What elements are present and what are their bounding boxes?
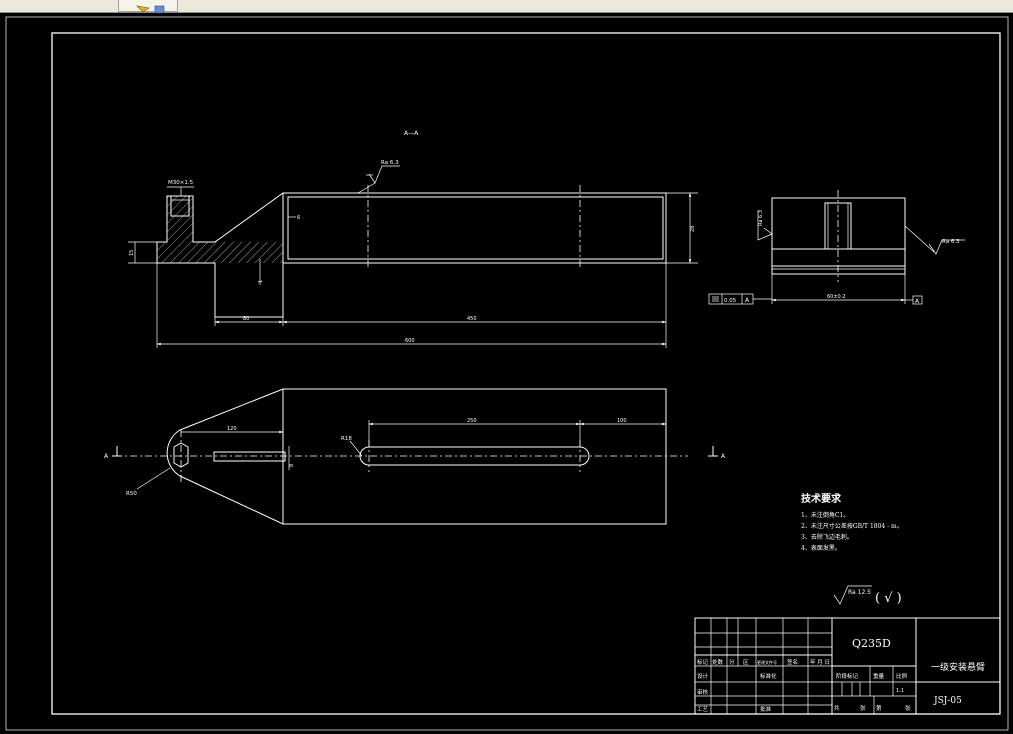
svg-text:( √ ): ( √ )	[875, 591, 902, 606]
tech-req-title: 技术要求	[801, 492, 842, 505]
section-marker-left: A	[104, 446, 122, 460]
svg-text:A: A	[104, 453, 109, 460]
svg-text:120: 120	[227, 426, 237, 432]
svg-text:28: 28	[690, 226, 696, 232]
svg-text:8: 8	[289, 464, 295, 467]
svg-text:250: 250	[467, 418, 477, 424]
svg-text:比例: 比例	[896, 672, 908, 680]
roughness-symbol-right: Ra 6.3	[904, 225, 965, 255]
svg-text:分: 分	[729, 658, 735, 666]
svg-text:批准: 批准	[760, 705, 772, 713]
svg-text:阶段标记: 阶段标记	[836, 672, 859, 680]
thread-label: M30×1.5	[168, 180, 194, 186]
svg-text:签名: 签名	[787, 658, 798, 666]
end-view: Ra 6.3 Ra 6.3 60±0.2 A 0.05 A	[708, 190, 965, 305]
svg-text:共: 共	[834, 704, 840, 712]
section-marker-right: A	[708, 446, 726, 460]
general-roughness-symbol: Ra 12.5 ( √ )	[833, 585, 902, 606]
svg-text:审核: 审核	[697, 688, 709, 696]
roughness-symbol-top: Ra 6.3	[357, 160, 400, 194]
section-label: A—A	[404, 130, 419, 137]
tech-req-item: 2、未注尺寸公差按GB/T 1804 - m。	[801, 522, 903, 530]
tech-req-item: 1、未注倒角C1。	[801, 511, 849, 519]
svg-text:重量: 重量	[873, 672, 885, 680]
svg-text:张: 张	[860, 704, 866, 712]
svg-text:15: 15	[129, 250, 135, 256]
svg-text:1: 1	[258, 280, 264, 283]
svg-text:A: A	[745, 297, 750, 304]
tech-req-item: 4、表面发黑。	[801, 544, 841, 552]
svg-text:R18: R18	[341, 436, 352, 442]
toolbar-button-group[interactable]	[118, 0, 178, 14]
svg-text:60±0.2: 60±0.2	[827, 294, 846, 300]
svg-text:A: A	[721, 453, 726, 460]
svg-text:450: 450	[467, 316, 477, 322]
svg-text:第: 第	[876, 704, 882, 712]
svg-text:0.05: 0.05	[724, 298, 737, 304]
svg-text:标准化: 标准化	[760, 672, 777, 680]
svg-text:标记: 标记	[697, 658, 709, 666]
svg-text:张: 张	[905, 704, 911, 712]
svg-text:Ra 6.3: Ra 6.3	[942, 239, 960, 245]
svg-text:600: 600	[405, 338, 415, 344]
title-block: Q235D 一级安装悬臂 JSJ-05 标记 设计 审核 工艺 处数 分 区 更…	[694, 617, 1001, 715]
svg-text:工艺: 工艺	[697, 706, 709, 713]
technical-requirements: 技术要求 1、未注倒角C1。 2、未注尺寸公差按GB/T 1804 - m。 3…	[801, 492, 903, 552]
svg-text:Ra 6.3: Ra 6.3	[758, 210, 764, 226]
svg-text:Ra 6.3: Ra 6.3	[381, 160, 399, 166]
svg-text:更改文件号: 更改文件号	[757, 659, 777, 665]
flatness-tolerance-frame: 0.05 A	[708, 293, 772, 305]
svg-text:处数: 处数	[712, 658, 724, 666]
part-outline-top	[166, 388, 667, 525]
svg-text:年 月 日: 年 月 日	[810, 658, 830, 666]
svg-text:区: 区	[743, 659, 749, 666]
top-view: 120 250 100 8 R18 R50 A A	[104, 388, 726, 525]
section-view-a-a: A—A M30×1.5 Ra 6.3 15 6 1 28 80 450 600	[128, 130, 698, 348]
drawing-number: JSJ-05	[933, 696, 962, 706]
svg-text:80: 80	[243, 316, 249, 322]
svg-text:6: 6	[297, 215, 300, 221]
svg-text:1:1: 1:1	[896, 688, 904, 694]
svg-text:设计: 设计	[697, 672, 709, 680]
tech-req-item: 3、去除飞边毛刺。	[801, 533, 853, 541]
roughness-symbol-left: Ra 6.3	[757, 210, 773, 241]
svg-text:R50: R50	[126, 491, 137, 497]
svg-text:Ra 12.5: Ra 12.5	[848, 589, 871, 596]
material-label: Q235D	[852, 637, 891, 650]
drawing-frame	[5, 16, 1009, 731]
cad-drawing-canvas[interactable]: A—A M30×1.5 Ra 6.3 15 6 1 28 80 450 600 …	[0, 12, 1013, 734]
part-name: 一级安装悬臂	[931, 661, 985, 673]
svg-text:100: 100	[617, 418, 627, 424]
